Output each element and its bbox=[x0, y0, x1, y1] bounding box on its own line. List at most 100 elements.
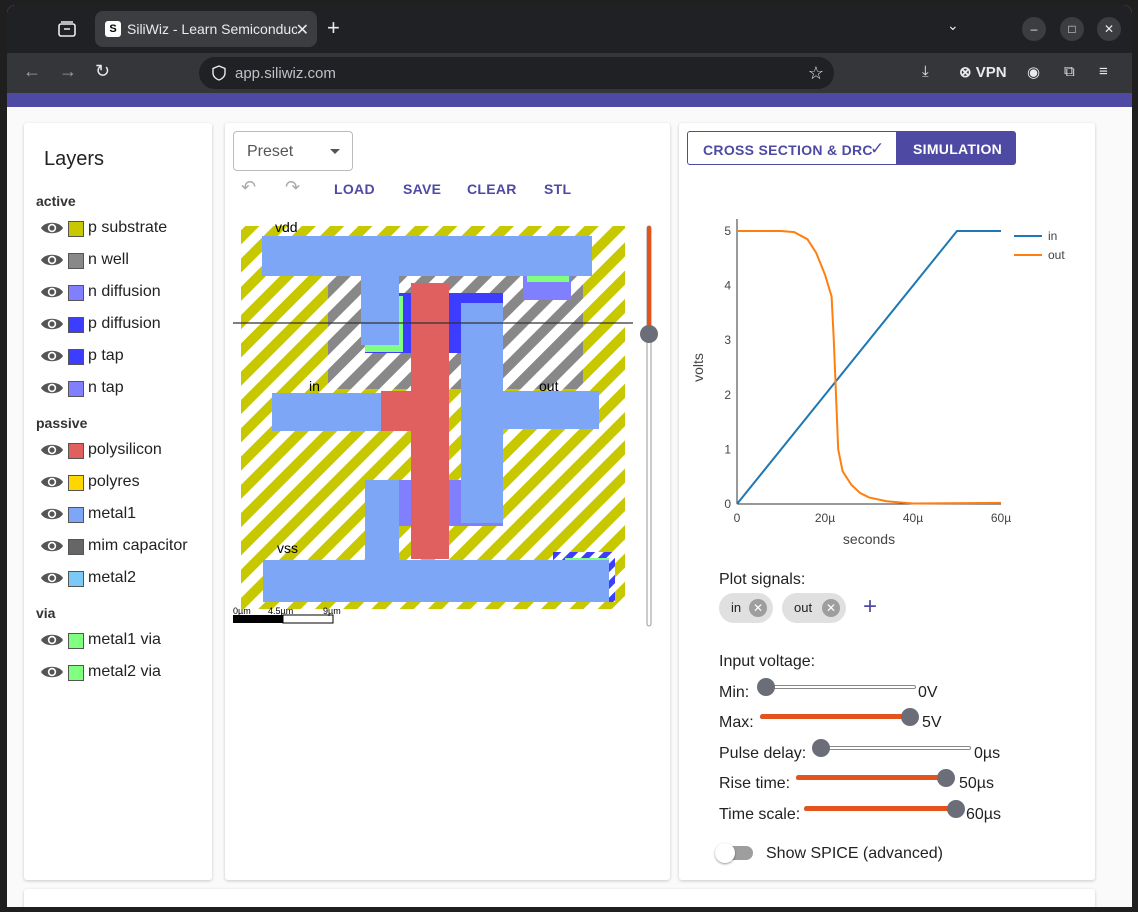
caret-down-icon bbox=[330, 149, 340, 154]
extensions-icon[interactable]: ⧉ bbox=[1064, 63, 1075, 80]
bookmark-star-icon[interactable]: ☆ bbox=[808, 63, 824, 84]
layer-name: p diffusion bbox=[88, 315, 161, 332]
layer-name: mim capacitor bbox=[88, 537, 188, 554]
eye-icon[interactable] bbox=[40, 474, 64, 490]
x-tick-label: 40µ bbox=[903, 511, 923, 525]
layer-color-swatch bbox=[68, 665, 84, 681]
rise-time-slider[interactable] bbox=[796, 769, 955, 787]
slider-thumb[interactable] bbox=[937, 769, 955, 787]
eye-icon[interactable] bbox=[40, 538, 64, 554]
layer-group-title: passive bbox=[36, 415, 88, 431]
back-arrow-icon[interactable]: ← bbox=[23, 61, 41, 82]
chevron-down-icon[interactable]: ⌄ bbox=[947, 17, 959, 34]
tab-overview-icon[interactable] bbox=[57, 19, 77, 39]
redo-icon[interactable]: ↷ bbox=[285, 177, 300, 198]
y-tick-label: 4 bbox=[724, 279, 731, 293]
time-scale-label: Time scale: bbox=[719, 806, 801, 823]
save-button[interactable]: SAVE bbox=[403, 181, 441, 197]
slider-thumb[interactable] bbox=[901, 708, 919, 726]
tab-simulation[interactable]: SIMULATION bbox=[897, 131, 1016, 165]
in-label: in bbox=[309, 378, 320, 394]
navigation-bar: ← → ↻ app.siliwiz.com ☆ ⤓ ⊗ VPN ◉ ⧉ ≡ bbox=[7, 53, 1132, 93]
eye-icon[interactable] bbox=[40, 316, 64, 332]
polysilicon-gate bbox=[411, 283, 449, 559]
preset-select[interactable]: Preset bbox=[233, 131, 353, 171]
x-tick-label: 60µ bbox=[991, 511, 1011, 525]
browser-tab[interactable]: S SiliWiz - Learn Semiconductor ✕ bbox=[95, 11, 317, 47]
time-scale-slider[interactable] bbox=[804, 800, 965, 818]
eye-icon[interactable] bbox=[40, 220, 64, 236]
app-header-bar bbox=[7, 93, 1132, 107]
new-tab-plus-icon[interactable]: + bbox=[327, 15, 340, 41]
eye-icon[interactable] bbox=[40, 380, 64, 396]
reload-icon[interactable]: ↻ bbox=[95, 61, 110, 82]
layer-color-swatch bbox=[68, 443, 84, 459]
bottom-panel bbox=[24, 889, 1095, 907]
layer-name: polysilicon bbox=[88, 441, 162, 458]
layer-group-title: active bbox=[36, 193, 76, 209]
signal-chip-out[interactable]: out ✕ bbox=[782, 593, 846, 623]
layer-color-swatch bbox=[68, 633, 84, 649]
preset-label: Preset bbox=[247, 143, 294, 160]
min-value: 0V bbox=[918, 684, 938, 701]
eye-icon[interactable] bbox=[40, 442, 64, 458]
eye-icon[interactable] bbox=[40, 252, 64, 268]
legend-label-out: out bbox=[1048, 248, 1065, 262]
vpn-button[interactable]: ⊗ VPN bbox=[959, 63, 1007, 81]
eye-icon[interactable] bbox=[40, 348, 64, 364]
clear-button[interactable]: CLEAR bbox=[467, 181, 517, 197]
slider-thumb[interactable] bbox=[812, 739, 830, 757]
eye-icon[interactable] bbox=[40, 664, 64, 680]
eye-icon[interactable] bbox=[40, 570, 64, 586]
layout-canvas[interactable]: vdd in out vss 0µm 4.5µm 9µm bbox=[225, 218, 670, 638]
slider-thumb[interactable] bbox=[947, 800, 965, 818]
tab-bar: S SiliWiz - Learn Semiconductor ✕ + ⌄ – … bbox=[7, 5, 1132, 53]
min-label: Min: bbox=[719, 684, 750, 701]
vdd-label: vdd bbox=[275, 219, 298, 235]
undo-icon[interactable]: ↶ bbox=[241, 177, 256, 198]
close-window-icon[interactable]: ✕ bbox=[1097, 17, 1121, 41]
cut-slider-thumb[interactable] bbox=[640, 325, 658, 343]
layer-name: polyres bbox=[88, 473, 140, 490]
account-icon[interactable]: ◉ bbox=[1027, 63, 1040, 81]
menu-icon[interactable]: ≡ bbox=[1099, 63, 1108, 80]
max-slider[interactable] bbox=[760, 708, 919, 726]
download-icon[interactable]: ⤓ bbox=[922, 63, 929, 80]
eye-icon[interactable] bbox=[40, 632, 64, 648]
eye-icon[interactable] bbox=[40, 284, 64, 300]
remove-signal-icon[interactable]: ✕ bbox=[822, 599, 840, 617]
close-tab-icon[interactable]: ✕ bbox=[296, 20, 309, 40]
slider-rail bbox=[766, 685, 916, 689]
slider-rail bbox=[821, 746, 971, 750]
load-button[interactable]: LOAD bbox=[334, 181, 375, 197]
time-scale-value: 60µs bbox=[966, 806, 1002, 823]
layer-name: n well bbox=[88, 251, 129, 268]
min-slider[interactable] bbox=[757, 678, 916, 696]
signal-chip-in[interactable]: in ✕ bbox=[719, 593, 773, 623]
pulse-delay-value: 0µs bbox=[974, 745, 1001, 762]
forward-arrow-icon[interactable]: → bbox=[59, 61, 77, 82]
add-signal-plus-icon[interactable]: + bbox=[863, 593, 877, 621]
layer-color-swatch bbox=[68, 349, 84, 365]
layer-color-swatch bbox=[68, 317, 84, 333]
remove-signal-icon[interactable]: ✕ bbox=[749, 599, 767, 617]
slider-thumb[interactable] bbox=[757, 678, 775, 696]
x-tick-label: 0 bbox=[734, 511, 741, 525]
tab-cross-section[interactable]: CROSS SECTION & DRC ✓ bbox=[687, 131, 897, 165]
show-spice-toggle[interactable] bbox=[715, 843, 753, 863]
plot-signals-label: Plot signals: bbox=[719, 571, 806, 588]
minimize-icon[interactable]: – bbox=[1022, 17, 1046, 41]
show-spice-label: Show SPICE (advanced) bbox=[766, 845, 943, 862]
address-bar[interactable]: app.siliwiz.com ☆ bbox=[199, 57, 834, 89]
y-tick-label: 5 bbox=[724, 224, 731, 238]
scale-bar-white bbox=[282, 614, 334, 624]
stl-button[interactable]: STL bbox=[544, 181, 571, 197]
eye-icon[interactable] bbox=[40, 506, 64, 522]
y-tick-label: 0 bbox=[724, 497, 731, 511]
layer-color-swatch bbox=[68, 253, 84, 269]
simulation-tab-label: SIMULATION bbox=[913, 141, 1003, 157]
layer-color-swatch bbox=[68, 221, 84, 237]
metal1-out-pad bbox=[461, 391, 599, 429]
maximize-icon[interactable]: □ bbox=[1060, 17, 1084, 41]
pulse-delay-slider[interactable] bbox=[812, 739, 971, 757]
